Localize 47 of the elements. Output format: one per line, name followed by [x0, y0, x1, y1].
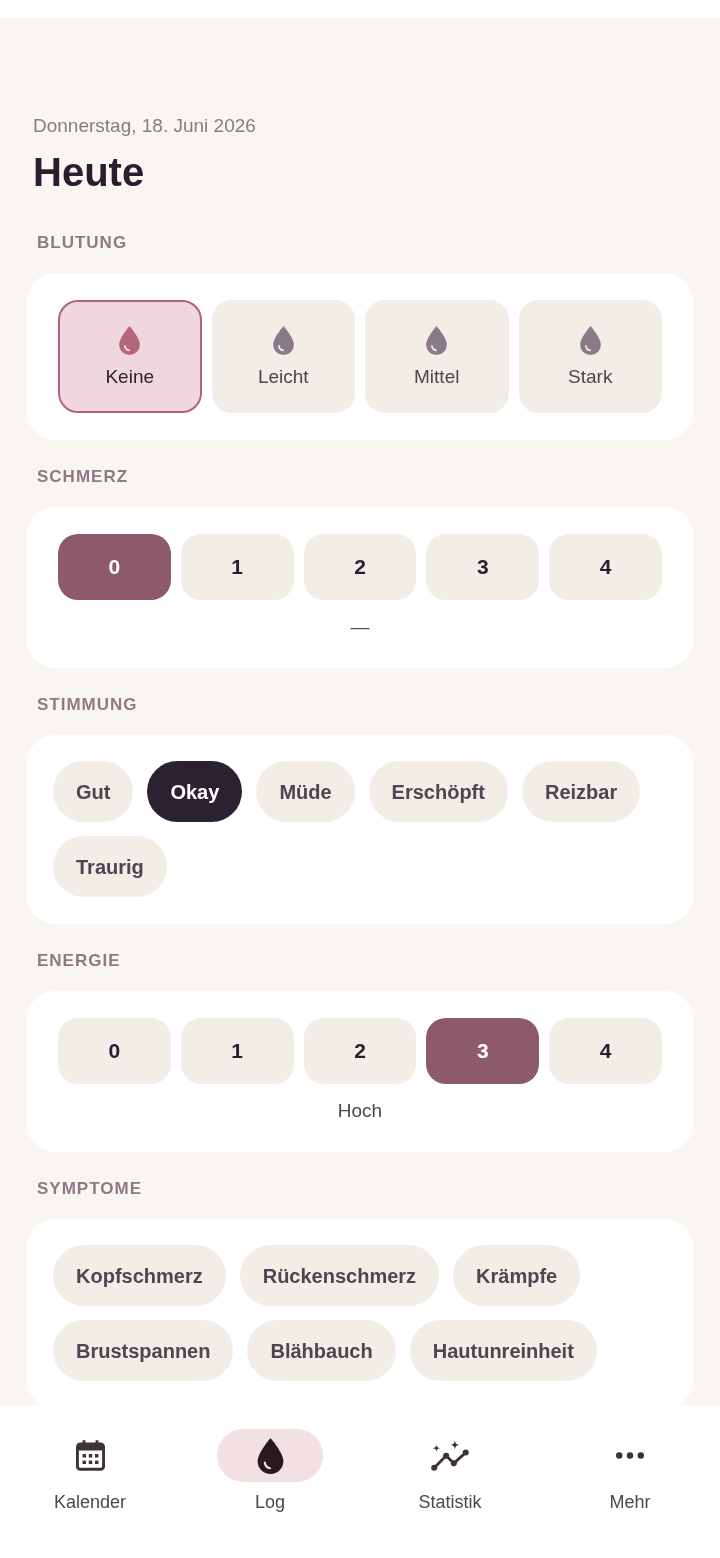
- rating-button[interactable]: 2: [303, 534, 417, 600]
- drop-icon: [256, 1437, 284, 1474]
- rating-button[interactable]: 0: [58, 534, 171, 600]
- section-heading: ENERGIE: [37, 950, 121, 972]
- rating-button[interactable]: 1: [180, 534, 294, 600]
- choice-chip[interactable]: Erschöpft: [368, 761, 508, 822]
- rating-button[interactable]: 3: [426, 534, 540, 600]
- choice-chip[interactable]: Kopfschmerz: [53, 1245, 226, 1306]
- bleeding-option[interactable]: Mittel: [365, 300, 509, 413]
- section-heading: SYMPTOME: [37, 1178, 142, 1200]
- nav-tab[interactable]: Mehr: [540, 1429, 720, 1513]
- level-caption: —: [350, 615, 370, 639]
- rating-button[interactable]: 2: [303, 1018, 417, 1084]
- choice-chip[interactable]: Krämpfe: [453, 1245, 581, 1306]
- choice-chip[interactable]: Müde: [256, 761, 355, 822]
- drop-icon: [119, 325, 141, 355]
- section-heading: BLUTUNG: [37, 232, 128, 254]
- bleeding-option[interactable]: Leicht: [211, 300, 355, 413]
- nav-tab[interactable]: Kalender: [0, 1429, 180, 1513]
- choice-chip[interactable]: Reizbar: [521, 761, 641, 822]
- rating-button[interactable]: 3: [426, 1018, 540, 1084]
- drop-icon: [579, 325, 601, 355]
- drop-icon: [426, 325, 448, 355]
- choice-chip[interactable]: Okay: [147, 761, 243, 822]
- choice-chip[interactable]: Traurig: [53, 836, 167, 897]
- date-text: Donnerstag, 18. Juni 2026: [33, 114, 256, 138]
- bleeding-option[interactable]: Stark: [518, 300, 662, 413]
- choice-chip[interactable]: Hautunreinheit: [409, 1320, 597, 1381]
- more-icon: [616, 1452, 644, 1459]
- nav-tab[interactable]: Log: [180, 1429, 360, 1513]
- level-caption: Hoch: [337, 1099, 383, 1123]
- choice-chip[interactable]: Blähbauch: [247, 1320, 396, 1381]
- bleeding-option[interactable]: Keine: [58, 300, 202, 413]
- rating-button[interactable]: 1: [180, 1018, 294, 1084]
- drop-icon: [272, 325, 294, 355]
- section-heading: STIMMUNG: [37, 694, 138, 716]
- page-title: Heute: [33, 149, 145, 196]
- nav-tab[interactable]: Statistik: [360, 1429, 540, 1513]
- rating-button[interactable]: 4: [549, 1018, 662, 1084]
- rating-button[interactable]: 4: [549, 534, 662, 600]
- choice-chip[interactable]: Gut: [53, 761, 134, 822]
- section-heading: SCHMERZ: [37, 466, 129, 488]
- choice-chip[interactable]: Brustspannen: [53, 1320, 234, 1381]
- choice-chip[interactable]: Rückenschmerz: [239, 1245, 440, 1306]
- line-chart-icon: [431, 1440, 469, 1471]
- calendar-icon: [75, 1440, 105, 1471]
- rating-button[interactable]: 0: [58, 1018, 171, 1084]
